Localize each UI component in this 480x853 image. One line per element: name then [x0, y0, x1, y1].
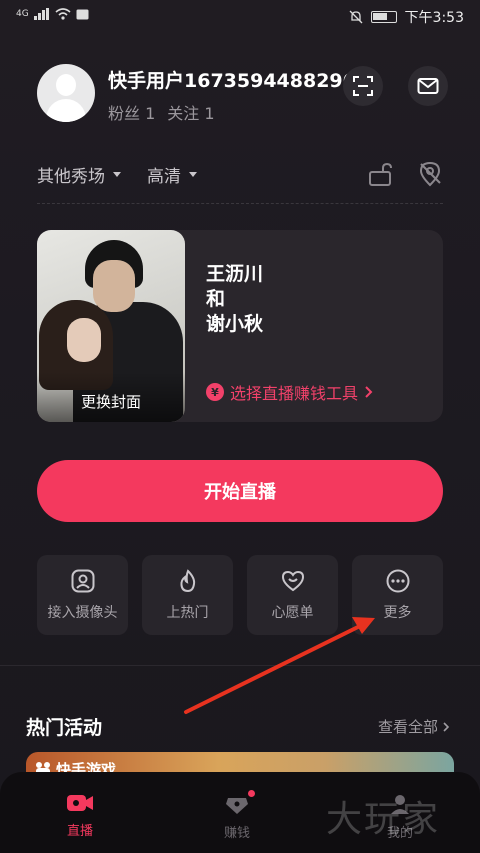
money-tool-label: 选择直播赚钱工具: [230, 384, 359, 403]
mute-bell-icon: [349, 10, 363, 24]
screen-lock-button[interactable]: [366, 160, 394, 192]
category-label: 其他秀场: [37, 167, 105, 187]
tile-camera-label: 接入摄像头: [47, 605, 118, 621]
chevron-down-icon: [189, 172, 197, 177]
camera-person-icon: [70, 568, 96, 594]
category-selector[interactable]: 其他秀场: [37, 162, 121, 187]
tile-wishlist[interactable]: 心愿单: [247, 555, 338, 635]
following-count[interactable]: 关注 1: [167, 100, 214, 124]
money-tool-link[interactable]: ¥ 选择直播赚钱工具: [206, 380, 374, 404]
section-divider: [0, 665, 480, 666]
start-live-button[interactable]: 开始直播: [37, 460, 443, 522]
more-dots-icon: [385, 568, 411, 594]
follow-stats: 粉丝 1 关注 1: [108, 100, 215, 124]
tile-more[interactable]: 更多: [352, 555, 443, 635]
chevron-down-icon: [113, 172, 121, 177]
mail-button[interactable]: [408, 66, 448, 106]
view-all-link[interactable]: 查看全部: [378, 716, 450, 737]
view-all-label: 查看全部: [377, 718, 438, 736]
status-left: 4G: [16, 8, 89, 20]
status-bar: 4G 下午3:53: [0, 0, 480, 34]
heart-icon: [280, 568, 306, 594]
live-icon: [67, 795, 93, 811]
title-line-2: 和: [206, 288, 226, 310]
change-cover-label[interactable]: 更换封面: [37, 391, 185, 412]
message-icon: [76, 9, 89, 19]
scan-icon: [353, 76, 373, 96]
tile-more-label: 更多: [383, 605, 412, 621]
chevron-right-icon: [365, 386, 373, 398]
tile-camera[interactable]: 接入摄像头: [37, 555, 128, 635]
tile-hot-label: 上热门: [166, 605, 209, 621]
location-off-button[interactable]: [416, 160, 444, 192]
wifi-icon: [55, 8, 71, 20]
fans-count[interactable]: 粉丝 1: [108, 100, 155, 124]
tile-wishlist-label: 心愿单: [271, 605, 314, 621]
divider: [37, 203, 443, 204]
scan-button[interactable]: [343, 66, 383, 106]
location-off-icon: [419, 161, 441, 187]
lock-screen-icon: [369, 162, 392, 186]
nav-live[interactable]: 直播: [40, 792, 120, 839]
signal-icon: [33, 8, 49, 20]
earn-icon: [226, 798, 248, 814]
tile-hot[interactable]: 上热门: [142, 555, 233, 635]
nav-earn-label: 赚钱: [223, 826, 250, 841]
avatar[interactable]: [37, 64, 95, 122]
battery-icon: [370, 11, 397, 23]
activities-title: 热门活动: [26, 717, 103, 739]
quality-selector[interactable]: 高清: [147, 162, 197, 187]
title-line-3: 谢小秋: [206, 313, 264, 335]
notification-dot: [248, 790, 255, 797]
chevron-right-icon: [443, 721, 450, 732]
watermark: 大玩家: [326, 799, 441, 840]
quality-label: 高清: [147, 167, 181, 187]
live-title[interactable]: 王沥川 和 谢小秋: [206, 262, 263, 337]
mail-icon: [417, 78, 439, 94]
cover-image[interactable]: 更换封面: [37, 230, 185, 422]
status-right: 下午3:53: [349, 7, 464, 27]
network-label: 4G: [16, 9, 29, 19]
username[interactable]: 快手用户1673594488296: [108, 66, 358, 93]
title-line-1: 王沥川: [206, 263, 264, 285]
flame-icon: [175, 568, 201, 594]
status-time: 下午3:53: [404, 10, 464, 26]
nav-live-label: 直播: [66, 824, 93, 839]
money-icon: ¥: [206, 383, 224, 401]
nav-earn[interactable]: 赚钱: [197, 790, 277, 841]
